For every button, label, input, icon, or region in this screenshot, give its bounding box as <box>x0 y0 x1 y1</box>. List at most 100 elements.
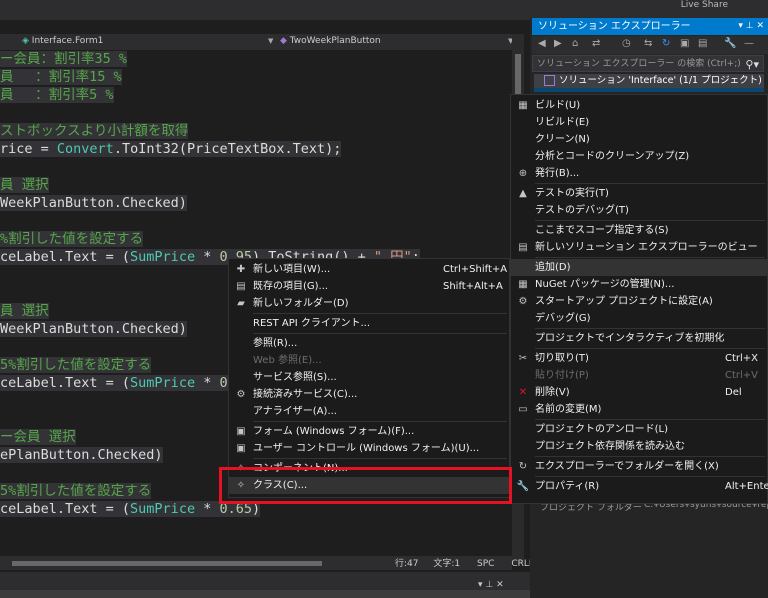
menu-item-label: クリーン(N) <box>535 134 590 145</box>
new-item-icon: ✚ <box>236 264 246 275</box>
menu-item[interactable]: リビルド(E) <box>511 114 767 131</box>
line-indicator: 行:47 <box>395 559 419 569</box>
code-text: ー会員：割引率35 % <box>0 51 128 67</box>
menu-item[interactable]: ⚙ スタートアップ プロジェクトに設定(A) <box>511 293 767 310</box>
class-combo[interactable]: ◈ Interface.Form1 <box>22 36 103 46</box>
menu-item[interactable]: プロジェクトでインタラクティブを初期化 <box>511 330 767 347</box>
menu-item[interactable]: プロジェクト依存関係を読み込む <box>511 438 767 455</box>
menu-item[interactable]: ▤ 既存の項目(G)... Shift+Alt+A <box>229 278 509 295</box>
menu-separator <box>535 348 765 349</box>
solution-search-input[interactable]: ソリューション エクスプローラー の検索 (Ctrl+;) ⚲▾ <box>532 55 764 72</box>
horizontal-scrollbar[interactable] <box>12 561 322 566</box>
history-icon[interactable]: ◷ <box>622 38 631 49</box>
menu-item[interactable]: 追加(D) <box>511 259 767 276</box>
code-text: 員 選択 <box>0 303 49 319</box>
forward-icon[interactable]: ▶ <box>554 38 562 49</box>
menu-item[interactable]: ▤新しいソリューション エクスプローラーのビュー(N) <box>511 239 767 270</box>
code-line: ceLabel.Text = (SumPrice * 0.85) <box>0 374 261 392</box>
panel-window-icons[interactable]: ▾ ⊥ ✕ <box>738 18 764 35</box>
code-text: rice = Convert.ToInt32(PriceTextBox.Text… <box>0 141 342 157</box>
code-text: ceLabel.Text = (SumPrice * 0.85) <box>0 375 261 391</box>
menu-item[interactable]: ここまでスコープ指定する(S) <box>511 222 767 239</box>
solution-icon <box>544 75 555 86</box>
menu-item-label: リビルド(E) <box>535 117 590 128</box>
menu-item[interactable]: ✚ 新しい項目(W)... Ctrl+Shift+A <box>229 261 509 278</box>
menu-item[interactable]: ↻ エクスプローラーでフォルダーを開く(X) <box>511 458 767 475</box>
solution-explorer-toolbar: ◀ ▶ ⌂ ⇄ ◷ ⇆ ↻ ▣ ▤ 🔧 — <box>532 36 768 54</box>
project-context-menu: ▦ ビルド(U) リビルド(E) クリーン(N) 分析とコードのクリーンアップ(Z) ⊕ 発… <box>510 94 768 504</box>
code-line: 員 選択 <box>0 302 49 320</box>
properties-icon[interactable]: 🔧 <box>724 38 736 49</box>
new-view-icon: ▤ <box>518 242 528 253</box>
menu-item[interactable]: ⚙ 接続済みサービス(C)... <box>229 386 509 403</box>
copy-icon[interactable]: ▣ <box>680 38 689 49</box>
wrench-icon: 🔧 <box>516 481 530 492</box>
code-line: ー会員：割引率35 % <box>0 50 128 68</box>
menu-item-label: 発行(B)... <box>535 168 580 179</box>
menu-item-label: 追加(D) <box>535 262 571 273</box>
refresh-icon[interactable]: ↻ <box>662 38 670 49</box>
code-line: 員 ：割引率5 % <box>0 86 114 104</box>
form-icon: ▣ <box>236 426 246 437</box>
more-icon[interactable]: — <box>744 38 754 49</box>
menu-item-label: 貼り付け(P) <box>535 370 589 381</box>
live-share-button[interactable]: Live Share <box>681 0 728 10</box>
sync-icon[interactable]: ⇄ <box>592 38 600 49</box>
title-bar <box>0 0 768 20</box>
menu-item[interactable]: プロジェクトのアンロード(L) <box>511 421 767 438</box>
menu-item[interactable]: ▰ 新しいフォルダー(D) <box>229 295 509 312</box>
menu-item[interactable]: クリーン(N) <box>511 131 767 148</box>
project-node-selected[interactable] <box>534 88 764 92</box>
menu-item-label: 分析とコードのクリーンアップ(Z) <box>535 151 690 162</box>
panel-pin-icon[interactable]: ▾ ⊥ ✕ <box>478 580 504 590</box>
home-icon[interactable]: ⌂ <box>572 38 578 49</box>
menu-separator <box>535 419 765 420</box>
build-icon: ▦ <box>518 100 528 111</box>
menu-item[interactable]: ▣ フォーム (Windows フォーム)(F)... <box>229 423 509 440</box>
member-icon: ◆ <box>280 36 290 46</box>
menu-item-label: ここまでスコープ指定する(S) <box>535 225 669 236</box>
code-line: rice = Convert.ToInt32(PriceTextBox.Text… <box>0 140 342 158</box>
menu-item[interactable]: デバッグ(G) <box>511 310 767 327</box>
menu-item[interactable]: 🔧 プロパティ(R) Alt+Enter <box>511 478 768 495</box>
menu-separator <box>535 220 765 221</box>
menu-item[interactable]: ▲ テストの実行(T) <box>511 185 767 202</box>
menu-item-label: 切り取り(T) <box>535 353 589 364</box>
menu-item[interactable]: 分析とコードのクリーンアップ(Z) <box>511 148 767 165</box>
gear-icon: ⚙ <box>518 296 528 307</box>
solution-node[interactable]: ソリューション 'Interface' (1/1 プロジェクト) <box>534 74 764 88</box>
menu-item-label: フォーム (Windows フォーム)(F)... <box>253 426 415 437</box>
menu-item[interactable]: ✂ 切り取り(T) Ctrl+X <box>511 350 767 367</box>
code-text: ストボックスより小計額を取得 <box>0 123 189 139</box>
menu-item[interactable]: テストのデバッグ(T) <box>511 202 767 219</box>
menu-item[interactable]: ⊕ 発行(B)... <box>511 165 767 182</box>
code-line: 員 ：割引率15 % <box>0 68 122 86</box>
show-all-icon[interactable]: ▤ <box>698 38 707 49</box>
menu-item-label: プロジェクトでインタラクティブを初期化 <box>535 333 725 344</box>
member-combo[interactable]: ◆ TwoWeekPlanButton <box>280 36 381 46</box>
code-line: 5%割引した値を設定する <box>0 482 152 500</box>
menu-item[interactable]: ▦ NuGet パッケージの管理(N)... <box>511 276 767 293</box>
menu-item[interactable]: 参照(R)... <box>229 335 509 352</box>
menu-separator <box>253 458 507 459</box>
menu-item[interactable]: ▦ ビルド(U) <box>511 97 767 114</box>
menu-item-label: 新しいフォルダー(D) <box>253 298 349 309</box>
back-icon[interactable]: ◀ <box>538 38 546 49</box>
menu-item-label: Web 参照(E)... <box>253 355 322 366</box>
code-line: ー会員 選択 <box>0 428 76 446</box>
menu-separator <box>535 183 765 184</box>
menu-item[interactable]: ▭ 名前の変更(M) <box>511 401 767 418</box>
search-icon[interactable]: ⚲▾ <box>745 56 759 73</box>
code-text: 5%割引した値を設定する <box>0 483 152 499</box>
menu-item[interactable]: サービス参照(S)... <box>229 369 509 386</box>
code-line: 5%割引した値を設定する <box>0 356 152 374</box>
collapse-icon[interactable]: ⇆ <box>644 38 652 49</box>
menu-item[interactable]: REST API クライアント... <box>229 315 509 332</box>
menu-item-label: アナライザー(A)... <box>253 406 337 417</box>
editor-status: 行:47 文字:1 SPC CRLF <box>395 556 534 569</box>
whitespace-indicator[interactable]: SPC <box>477 559 494 569</box>
menu-item[interactable]: ▣ ユーザー コントロール (Windows フォーム)(U)... <box>229 440 509 457</box>
menu-item[interactable]: アナライザー(A)... <box>229 403 509 420</box>
menu-item[interactable]: ✕ 削除(V) Del <box>511 384 767 401</box>
chevron-down-icon[interactable]: ▼ <box>268 37 273 45</box>
